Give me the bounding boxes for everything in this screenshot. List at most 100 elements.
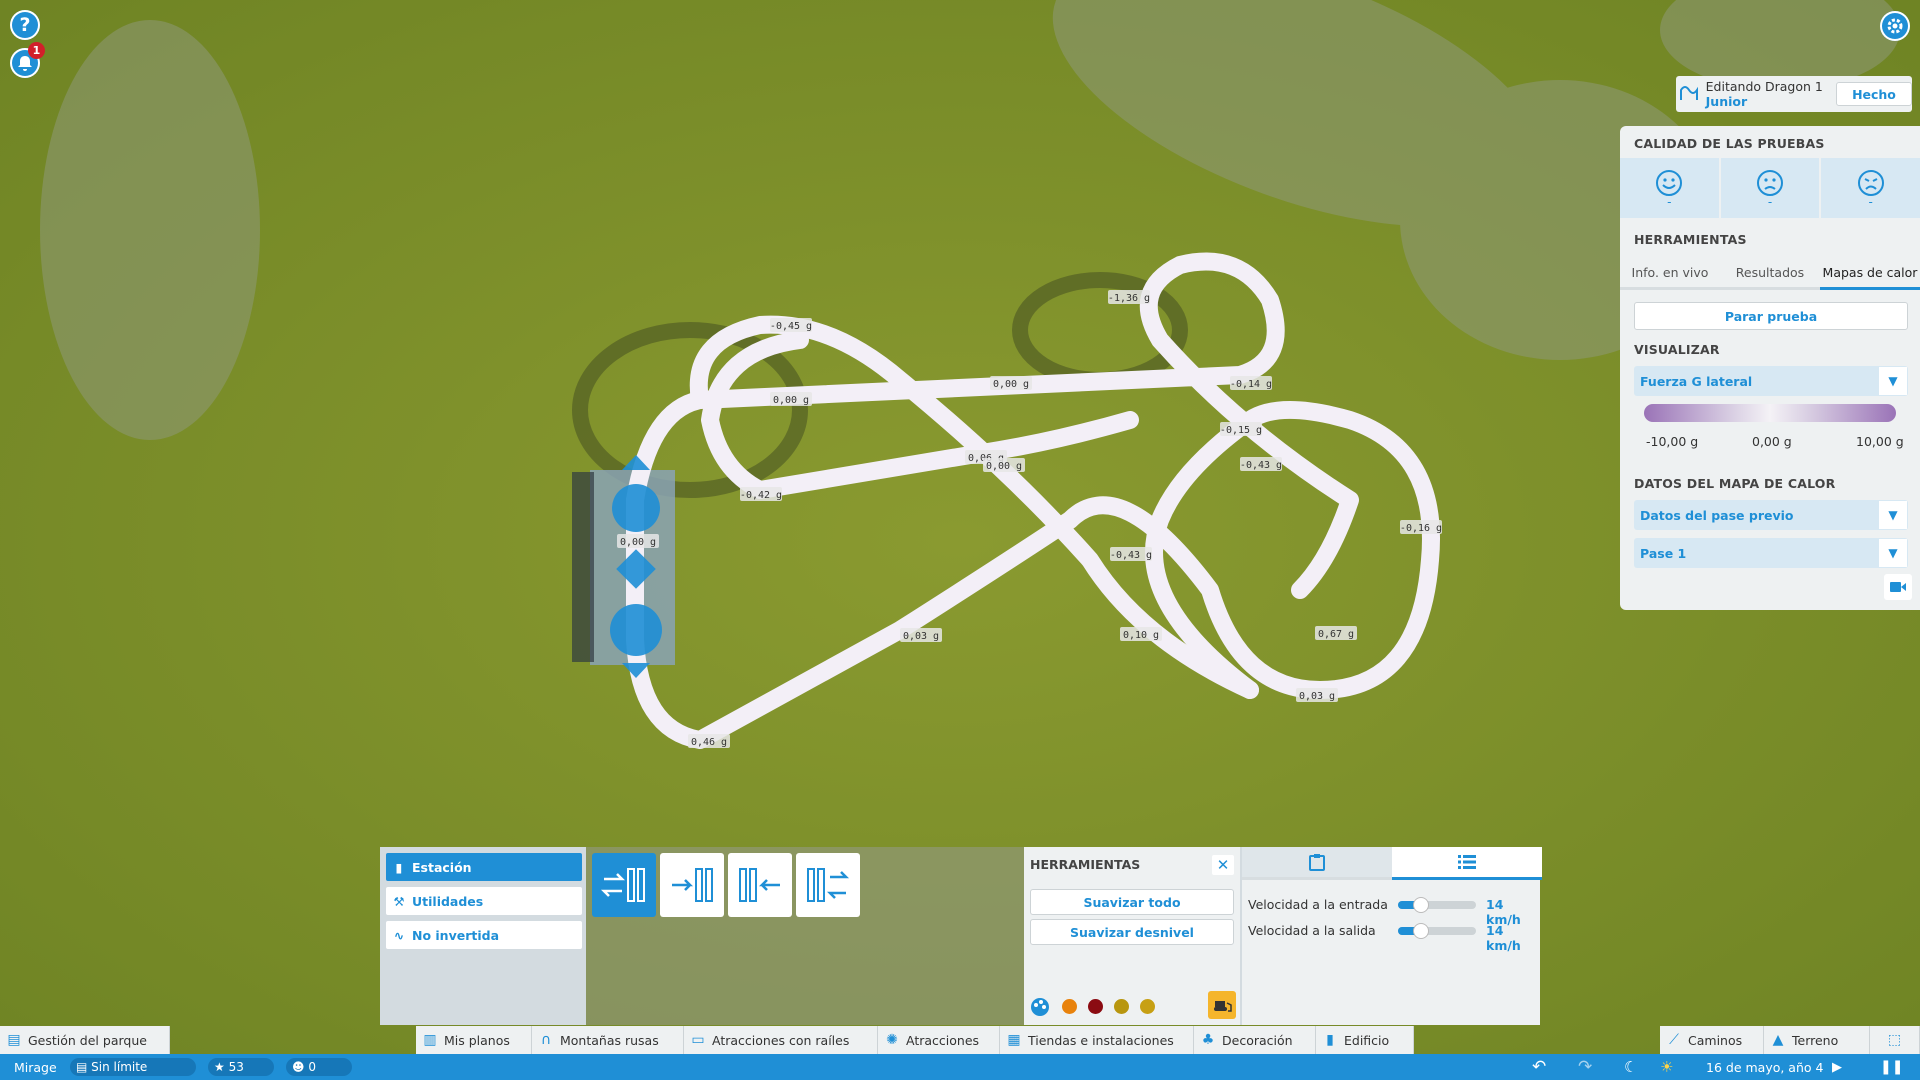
heatmap-source-dropdown[interactable]: Datos del pase previo ▼ — [1634, 500, 1908, 530]
redo-icon[interactable]: ↷ — [1578, 1054, 1592, 1080]
g-force-label: 0,03 g — [1299, 691, 1335, 702]
happy-face-icon — [1656, 170, 1683, 196]
money-pill[interactable]: ▤ Sin límite — [70, 1058, 196, 1076]
neutral-face-item: - — [1721, 158, 1822, 218]
exit-speed-slider[interactable] — [1398, 923, 1476, 939]
palette-icon[interactable] — [1030, 997, 1050, 1021]
entry-speed-row: Velocidad a la entrada 14 km/h — [1248, 897, 1538, 927]
settings-gear-icon[interactable] — [1880, 11, 1910, 41]
undo-icon[interactable]: ↶ — [1532, 1054, 1546, 1080]
ride-edit-bar: Editando Dragon 1 Junior Hecho — [1676, 76, 1912, 112]
tab-results[interactable]: Resultados — [1720, 258, 1820, 290]
station-bidirectional-icon — [600, 868, 645, 902]
color-swatch-1[interactable] — [1062, 999, 1077, 1014]
color-swatch-4[interactable] — [1140, 999, 1155, 1014]
camera-icon[interactable] — [1884, 574, 1912, 600]
station-backward-piece[interactable] — [728, 853, 792, 917]
bulldozer-icon[interactable] — [1208, 991, 1236, 1019]
coasters-button[interactable]: ∩ Montañas rusas — [532, 1026, 684, 1054]
smooth-slope-button[interactable]: Suavizar desnivel — [1030, 919, 1234, 945]
rating-pill[interactable]: ★ 53 — [208, 1058, 274, 1076]
shops-button[interactable]: ▦ Tiendas e instalaciones — [1000, 1026, 1194, 1054]
decoration-button[interactable]: ♣ Decoración — [1194, 1026, 1316, 1054]
station-forward-icon — [672, 868, 713, 902]
smooth-all-button[interactable]: Suavizar todo — [1030, 889, 1234, 915]
mountain-icon: ▲ — [1772, 1032, 1784, 1048]
game-date: 16 de mayo, año 4 — [1706, 1059, 1824, 1075]
speed-tabs — [1242, 847, 1542, 880]
status-bar: Mirage ▤ Sin límite ★ 53 ☻ 0 ↶ ↷ ☾ ☀ 16 … — [0, 1054, 1920, 1080]
paths-button[interactable]: ⟋ Caminos — [1660, 1026, 1764, 1054]
chevron-down-icon: ▼ — [1879, 367, 1907, 395]
money-icon: ▤ — [76, 1060, 92, 1074]
category-utilities[interactable]: ⚒ Utilidades — [386, 887, 582, 915]
visualize-value: Fuerza G lateral — [1640, 373, 1753, 389]
station-backward-icon — [739, 868, 780, 902]
selection-glyph: ⬚ — [1887, 1032, 1902, 1048]
park-management-button[interactable]: ▤ Gestión del parque — [0, 1026, 170, 1054]
done-button[interactable]: Hecho — [1835, 82, 1912, 106]
list-icon[interactable] — [1392, 847, 1542, 880]
blueprints-icon: ▥ — [423, 1032, 437, 1048]
park-name[interactable]: Mirage — [14, 1054, 57, 1080]
station-switch-piece[interactable] — [796, 853, 860, 917]
heatmap-pass-dropdown[interactable]: Pase 1 ▼ — [1634, 538, 1908, 568]
coaster-icon — [1676, 82, 1702, 106]
close-icon[interactable]: ✕ — [1212, 855, 1234, 875]
chevron-down-icon: ▼ — [1879, 539, 1907, 567]
toolbar-label: Caminos — [1688, 1032, 1743, 1048]
scale-max: 10,00 g — [1856, 434, 1904, 449]
g-force-label: 0,03 g — [903, 631, 939, 642]
toolbar-label: Decoración — [1222, 1032, 1293, 1048]
category-non-inverted[interactable]: ∿ No invertida — [386, 921, 582, 949]
track-rides-button[interactable]: ▭ Atracciones con raíles — [684, 1026, 878, 1054]
day-night-icon[interactable]: ☾ — [1624, 1054, 1637, 1080]
edit-label-block: Editando Dragon 1 Junior — [1706, 79, 1832, 109]
my-blueprints-button[interactable]: ▥ Mis planos — [416, 1026, 532, 1054]
chevron-down-icon: ▼ — [1879, 501, 1907, 529]
ride-name: Junior — [1705, 94, 1748, 109]
clipboard-icon[interactable] — [1242, 847, 1392, 880]
toolbar-label: Montañas rusas — [560, 1032, 659, 1048]
building-icon: ▮ — [1326, 1032, 1334, 1048]
color-swatch-2[interactable] — [1088, 999, 1103, 1014]
help-icon[interactable]: ? — [10, 10, 40, 40]
station-bidirectional-piece[interactable] — [592, 853, 656, 917]
slider-knob[interactable] — [1413, 897, 1430, 913]
building-button[interactable]: ▮ Edificio — [1316, 1026, 1414, 1054]
station-forward-piece[interactable] — [660, 853, 724, 917]
pause-icon[interactable]: ❚❚ — [1880, 1054, 1903, 1080]
scale-mid: 0,00 g — [1752, 434, 1792, 449]
rides-button[interactable]: ✺ Atracciones — [878, 1026, 1000, 1054]
exit-speed-row: Velocidad a la salida 14 km/h — [1248, 923, 1538, 953]
help-glyph: ? — [19, 14, 31, 36]
g-force-label: -0,43 g — [1110, 550, 1152, 561]
select-area-icon[interactable]: ⬚ — [1870, 1026, 1920, 1054]
category-station[interactable]: ▮ Estación — [386, 853, 582, 881]
notification-count-badge: 1 — [28, 42, 45, 59]
terrain-button[interactable]: ▲ Terreno — [1764, 1026, 1870, 1054]
guests-pill[interactable]: ☻ 0 — [286, 1058, 352, 1076]
visualize-dropdown[interactable]: Fuerza G lateral ▼ — [1634, 366, 1908, 396]
shop-icon: ▦ — [1007, 1032, 1021, 1048]
g-force-label: -0,43 g — [1240, 460, 1282, 471]
color-swatch-3[interactable] — [1114, 999, 1129, 1014]
tab-live-info[interactable]: Info. en vivo — [1620, 258, 1720, 290]
tools-header: HERRAMIENTAS — [1030, 857, 1141, 872]
slider-knob[interactable] — [1413, 923, 1430, 939]
g-force-label: -0,15 g — [1220, 425, 1262, 436]
ferris-wheel-icon: ✺ — [886, 1032, 898, 1048]
play-icon[interactable]: ▶ — [1832, 1054, 1842, 1080]
g-force-label: 0,00 g — [986, 461, 1022, 472]
toolbar-label: Edificio — [1344, 1032, 1390, 1048]
sad-face-icon — [1857, 170, 1884, 196]
piece-selector — [586, 847, 1024, 1025]
heatmap-pass-value: Pase 1 — [1640, 545, 1687, 561]
tab-heatmaps[interactable]: Mapas de calor — [1820, 258, 1920, 290]
toolbar-label: Atracciones — [906, 1032, 980, 1048]
speed-panel: Velocidad a la entrada 14 km/h Velocidad… — [1240, 847, 1542, 1025]
scale-min: -10,00 g — [1646, 434, 1699, 449]
entry-speed-slider[interactable] — [1398, 897, 1476, 913]
stop-test-button[interactable]: Parar prueba — [1634, 302, 1908, 330]
star-icon: ★ — [214, 1060, 229, 1074]
